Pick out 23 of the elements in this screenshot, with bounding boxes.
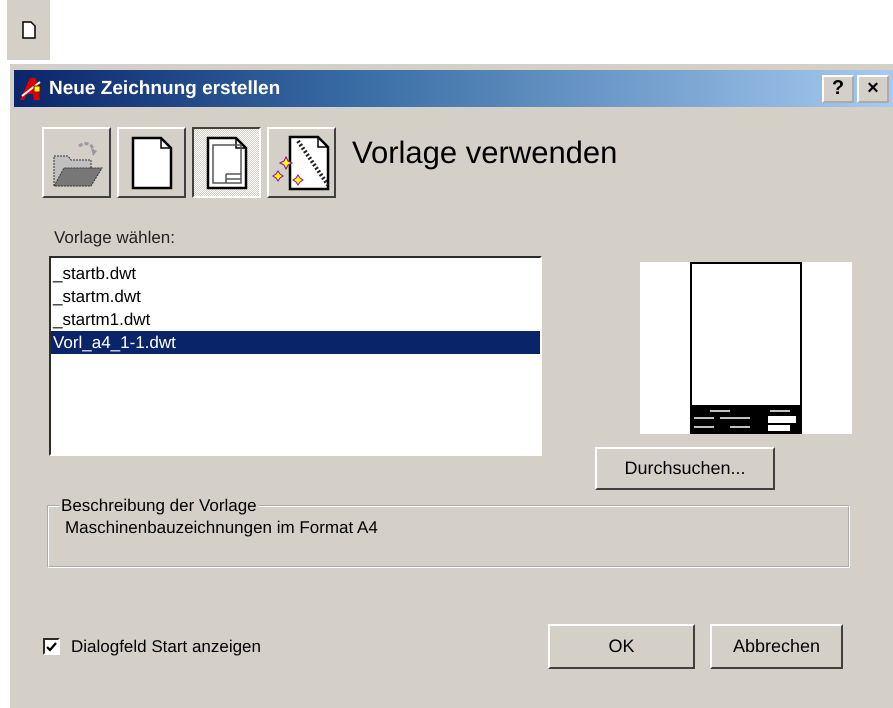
- mode-button[interactable]: [192, 127, 261, 198]
- template-document-icon: [206, 136, 248, 190]
- document-icon: [130, 136, 172, 190]
- template-description: Maschinenbauzeichnungen im Format A4: [65, 518, 379, 538]
- window-title: Neue Zeichnung erstellen: [49, 78, 282, 100]
- list-item[interactable]: _startb.dwt: [51, 262, 540, 285]
- browse-button[interactable]: Durchsuchen...: [595, 447, 775, 490]
- list-item[interactable]: Vorl_a4_1-1.dwt: [51, 331, 540, 354]
- wizard-document-icon: [272, 134, 332, 190]
- list-label: Vorlage wählen:: [54, 228, 176, 248]
- checkbox-label: Dialogfeld Start anzeigen: [71, 636, 261, 656]
- ok-button[interactable]: OK: [548, 624, 695, 669]
- cancel-button[interactable]: Abbrechen: [710, 624, 843, 669]
- close-button[interactable]: ×: [857, 74, 889, 102]
- help-button[interactable]: ?: [822, 74, 854, 102]
- checkbox[interactable]: [43, 638, 60, 655]
- page-heading: Vorlage verwenden: [352, 135, 618, 171]
- list-item[interactable]: _startm1.dwt: [51, 308, 540, 331]
- list-item[interactable]: _startm.dwt: [51, 285, 540, 308]
- check-icon: [46, 642, 57, 652]
- document-icon: [22, 21, 36, 39]
- group-legend: Beschreibung der Vorlage: [59, 496, 259, 516]
- toolbar-tile[interactable]: [7, 0, 50, 60]
